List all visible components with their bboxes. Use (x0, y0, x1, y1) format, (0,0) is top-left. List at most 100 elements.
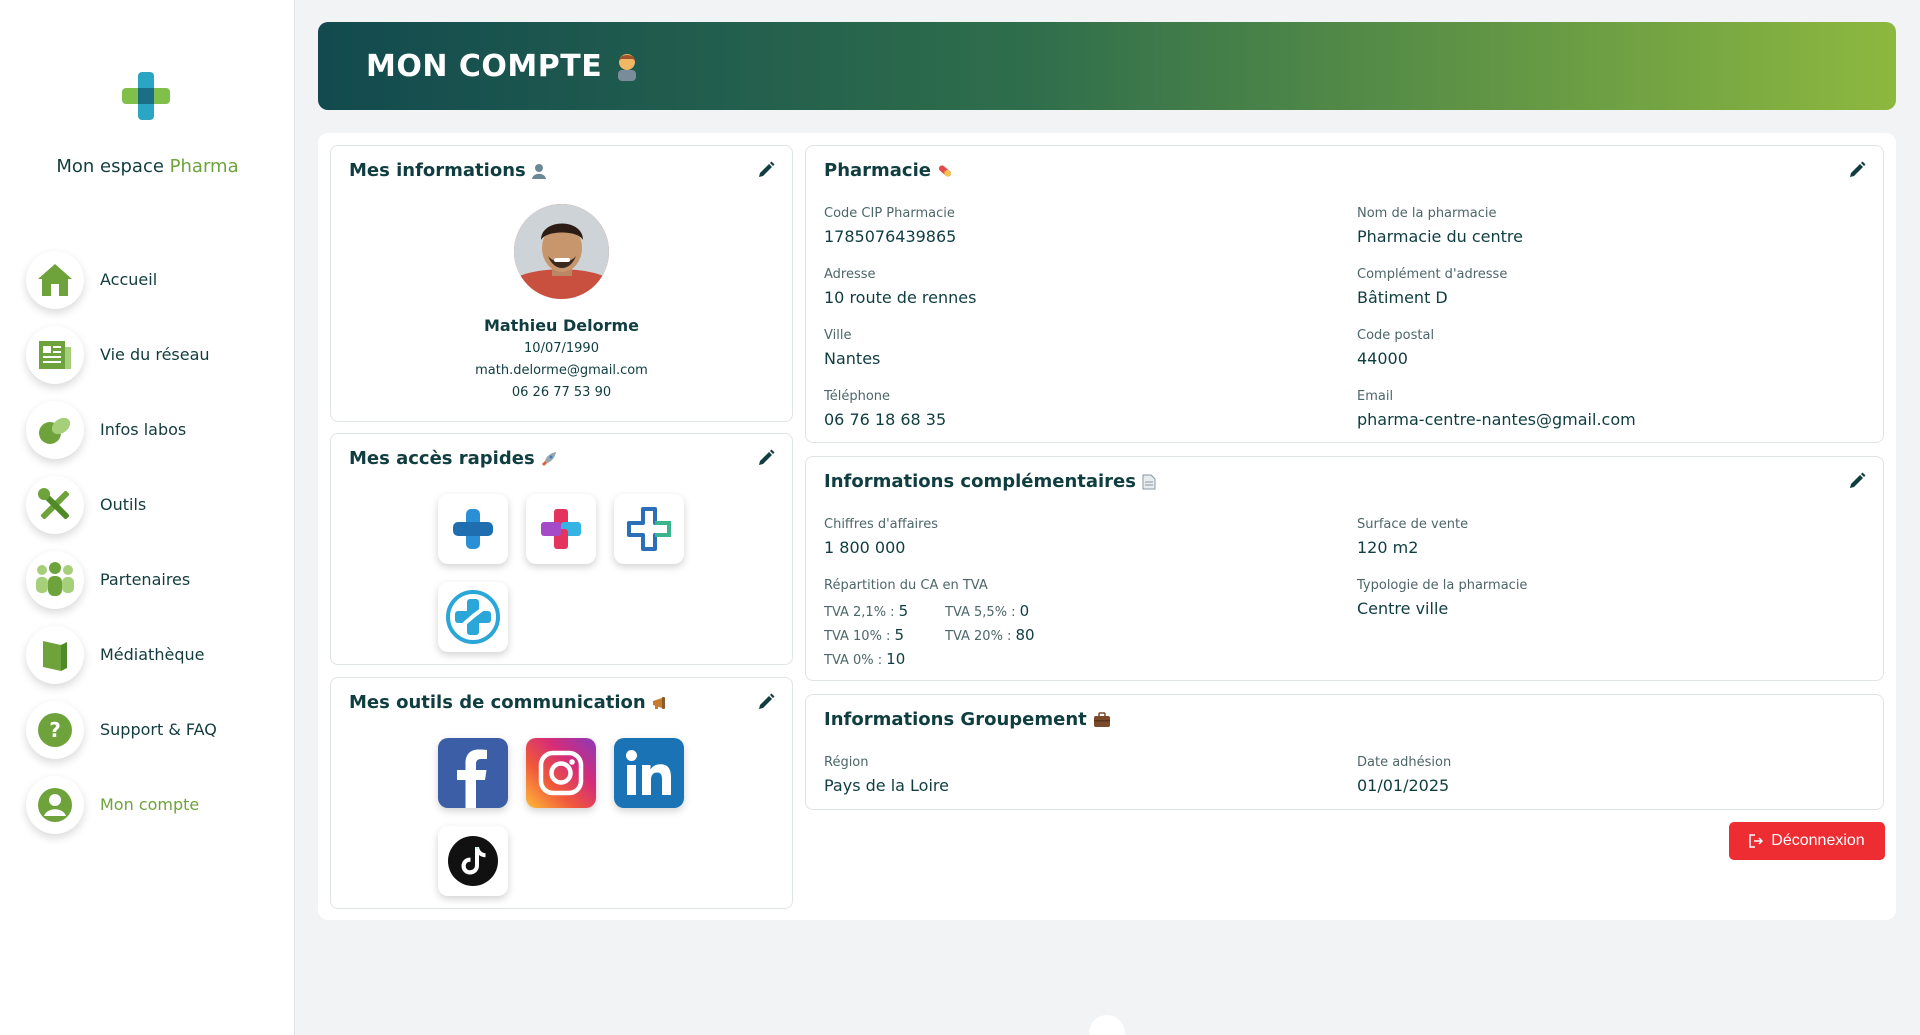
pills-icon (26, 400, 84, 459)
card-mes-informations: Mes informations Mathieu Delorme 10/07/1… (330, 145, 793, 422)
card-outils-communication: Mes outils de communication (330, 677, 793, 909)
user-icon (26, 775, 84, 834)
megaphone-icon (652, 696, 665, 709)
linkedin-icon (626, 750, 671, 795)
logout-label: Déconnexion (1771, 832, 1865, 849)
sidebar-item-mon-compte[interactable]: Mon compte (26, 767, 217, 842)
logout-button[interactable]: Déconnexion (1729, 822, 1885, 860)
quick-access-tile-1[interactable] (438, 494, 508, 564)
user-email: math.delorme@gmail.com (475, 363, 648, 378)
sidebar-item-label: Support & FAQ (100, 720, 217, 739)
pencil-icon[interactable] (1847, 160, 1867, 180)
sidebar-item-label: Infos labos (100, 420, 187, 439)
sidebar-item-label: Médiathèque (100, 645, 205, 664)
tiktok-tile[interactable] (438, 826, 508, 896)
card-acces-rapides: Mes accès rapides (330, 433, 793, 665)
card-title: Informations complémentaires (824, 471, 1156, 492)
colorful-cross-icon (541, 509, 581, 549)
tva-5-5: TVA 5,5% :0 (945, 602, 1030, 620)
card-title: Mes outils de communication (349, 692, 670, 713)
field-date-adhesion: Date adhésion 01/01/2025 (1357, 755, 1452, 795)
card-pharmacie: Pharmacie Code CIP Pharmacie 17850764398… (805, 145, 1884, 443)
rocket-icon (541, 451, 556, 466)
tva-0: TVA 0% :10 (824, 650, 906, 668)
sidebar-item-support-faq[interactable]: ? Support & FAQ (26, 692, 217, 767)
quick-access-tile-4[interactable] (438, 582, 508, 652)
field-telephone: Téléphone 06 76 18 68 35 (824, 389, 947, 429)
instagram-tile[interactable] (526, 738, 596, 808)
field-surface-vente: Surface de vente 120 m2 (1357, 517, 1469, 557)
card-title: Informations Groupement (824, 709, 1111, 730)
pharma-logo (122, 72, 170, 120)
sidebar-item-accueil[interactable]: Accueil (26, 242, 217, 317)
sidebar-item-label: Mon compte (100, 795, 200, 814)
logout-icon (1749, 834, 1764, 848)
tiktok-icon (448, 836, 498, 886)
card-title: Mes accès rapides (349, 448, 557, 469)
page-title: MON COMPTE (366, 48, 603, 84)
sidebar-item-label: Accueil (100, 270, 158, 289)
outline-cross-icon (627, 507, 671, 551)
user-birthdate: 10/07/1990 (524, 341, 599, 356)
facebook-tile[interactable] (438, 738, 508, 808)
pencil-icon[interactable] (1847, 471, 1867, 491)
sidebar-item-infos-labos[interactable]: Infos labos (26, 392, 217, 467)
sidebar-item-mediatheque[interactable]: Médiathèque (26, 617, 217, 692)
sidebar-item-label: Outils (100, 495, 147, 514)
facebook-icon (457, 749, 487, 808)
svg-text:?: ? (49, 718, 61, 742)
partners-icon (26, 550, 84, 609)
field-typologie: Typologie de la pharmacie Centre ville (1357, 578, 1528, 618)
user-phone: 06 26 77 53 90 (511, 385, 612, 400)
quick-access-tile-3[interactable] (614, 494, 684, 564)
field-region: Région Pays de la Loire (824, 755, 949, 795)
card-informations-complementaires: Informations complémentaires Chiffres d'… (805, 456, 1884, 681)
field-adresse: Adresse 10 route de rennes (824, 267, 977, 307)
sidebar-item-outils[interactable]: Outils (26, 467, 217, 542)
linkedin-tile[interactable] (614, 738, 684, 808)
book-icon (26, 625, 84, 684)
tva-20: TVA 20% :80 (945, 626, 1035, 644)
quick-access-tile-2[interactable] (526, 494, 596, 564)
briefcase-icon (1093, 711, 1110, 727)
field-chiffres-affaires: Chiffres d'affaires 1 800 000 (824, 517, 939, 557)
field-code-postal: Code postal 44000 (1357, 328, 1435, 368)
home-icon (26, 250, 84, 309)
sidebar-item-label: Partenaires (100, 570, 191, 589)
person-raising-hand-icon (618, 54, 637, 81)
document-icon (1142, 474, 1156, 489)
pill-icon (938, 164, 952, 177)
card-title: Mes informations (349, 160, 546, 181)
card-informations-groupement: Informations Groupement Région Pays de l… (805, 694, 1884, 810)
field-email: Email pharma-centre-nantes@gmail.com (1357, 389, 1636, 429)
sidebar-item-partenaires[interactable]: Partenaires (26, 542, 217, 617)
pencil-icon[interactable] (756, 160, 776, 180)
sidebar: Mon espace Pharma Accueil Vie du réseau … (0, 0, 295, 1035)
scroll-indicator[interactable] (1089, 1015, 1125, 1035)
pencil-icon[interactable] (756, 448, 776, 468)
sidebar-nav: Accueil Vie du réseau Infos labos Outils… (26, 242, 217, 842)
card-title: Pharmacie (824, 160, 953, 181)
instagram-icon (538, 750, 584, 796)
brand-title: Mon espace Pharma (56, 156, 239, 177)
circle-cross-icon (446, 590, 500, 644)
user-name: Mathieu Delorme (483, 316, 640, 335)
field-nom-pharmacie: Nom de la pharmacie Pharmacie du centre (1357, 206, 1523, 246)
avatar (514, 204, 609, 299)
field-ville: Ville Nantes (824, 328, 881, 368)
field-complement-adresse: Complément d'adresse Bâtiment D (1357, 267, 1508, 307)
tools-icon (26, 475, 84, 534)
field-repartition-tva: Répartition du CA en TVA (824, 578, 988, 593)
question-icon: ? (26, 700, 84, 759)
newspaper-icon (26, 325, 84, 384)
tva-2-1: TVA 2,1% :5 (824, 602, 909, 620)
sidebar-item-label: Vie du réseau (100, 345, 210, 364)
tva-10: TVA 10% :5 (824, 626, 904, 644)
user-details: Mathieu Delorme 10/07/1990 math.delorme@… (331, 316, 792, 407)
sidebar-item-vie-du-reseau[interactable]: Vie du réseau (26, 317, 217, 392)
person-icon (531, 163, 546, 179)
field-code-cip: Code CIP Pharmacie 1785076439865 (824, 206, 957, 246)
pencil-icon[interactable] (756, 692, 776, 712)
blue-cross-icon (453, 509, 493, 549)
page-header-banner: MON COMPTE (318, 22, 1896, 110)
